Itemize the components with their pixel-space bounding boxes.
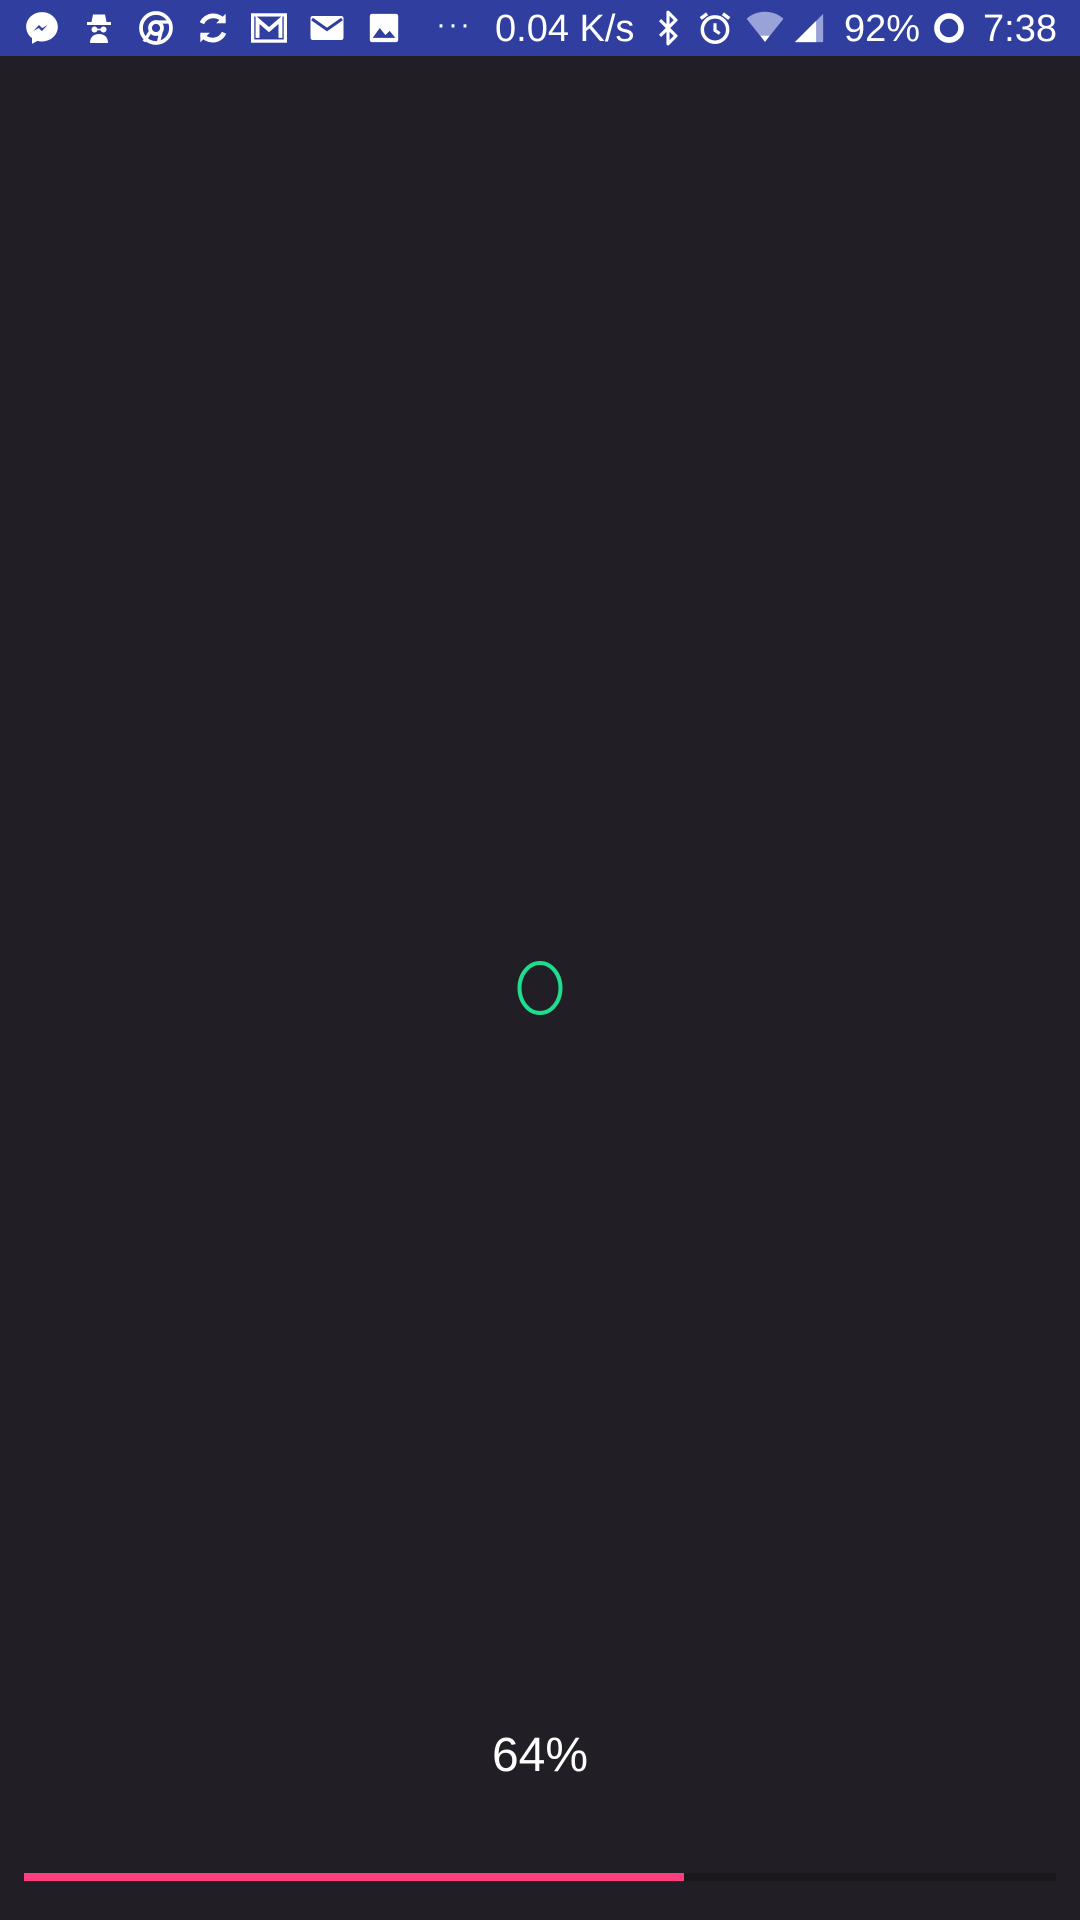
progress-percentage-label: 64% — [491, 1729, 589, 1782]
progress-bar-track — [24, 1873, 1056, 1881]
more-notifications-indicator: ··· — [436, 8, 472, 41]
network-speed: 0.04 K/s — [495, 8, 635, 50]
alarm-icon — [695, 8, 735, 48]
loading-ring-icon — [517, 961, 563, 1015]
gallery-image-icon — [364, 8, 404, 48]
chrome-icon — [136, 8, 176, 48]
gmail-icon — [249, 8, 289, 48]
battery-ring-icon — [929, 8, 969, 48]
bluetooth-icon — [648, 8, 688, 48]
battery-percent: 92% — [844, 8, 921, 50]
status-bar: ··· 0.04 K/s 92% 7:38 — [0, 0, 1080, 56]
email-icon — [307, 8, 347, 48]
messenger-icon — [22, 8, 62, 48]
incognito-spy-icon — [79, 8, 119, 48]
wifi-icon — [745, 8, 785, 48]
app-screen: ··· 0.04 K/s 92% 7:38 64% — [0, 0, 1080, 1920]
progress-bar-fill — [24, 1873, 685, 1881]
cellular-signal-icon — [789, 8, 829, 48]
sync-icon — [193, 8, 233, 48]
clock-time: 7:38 — [983, 8, 1057, 50]
